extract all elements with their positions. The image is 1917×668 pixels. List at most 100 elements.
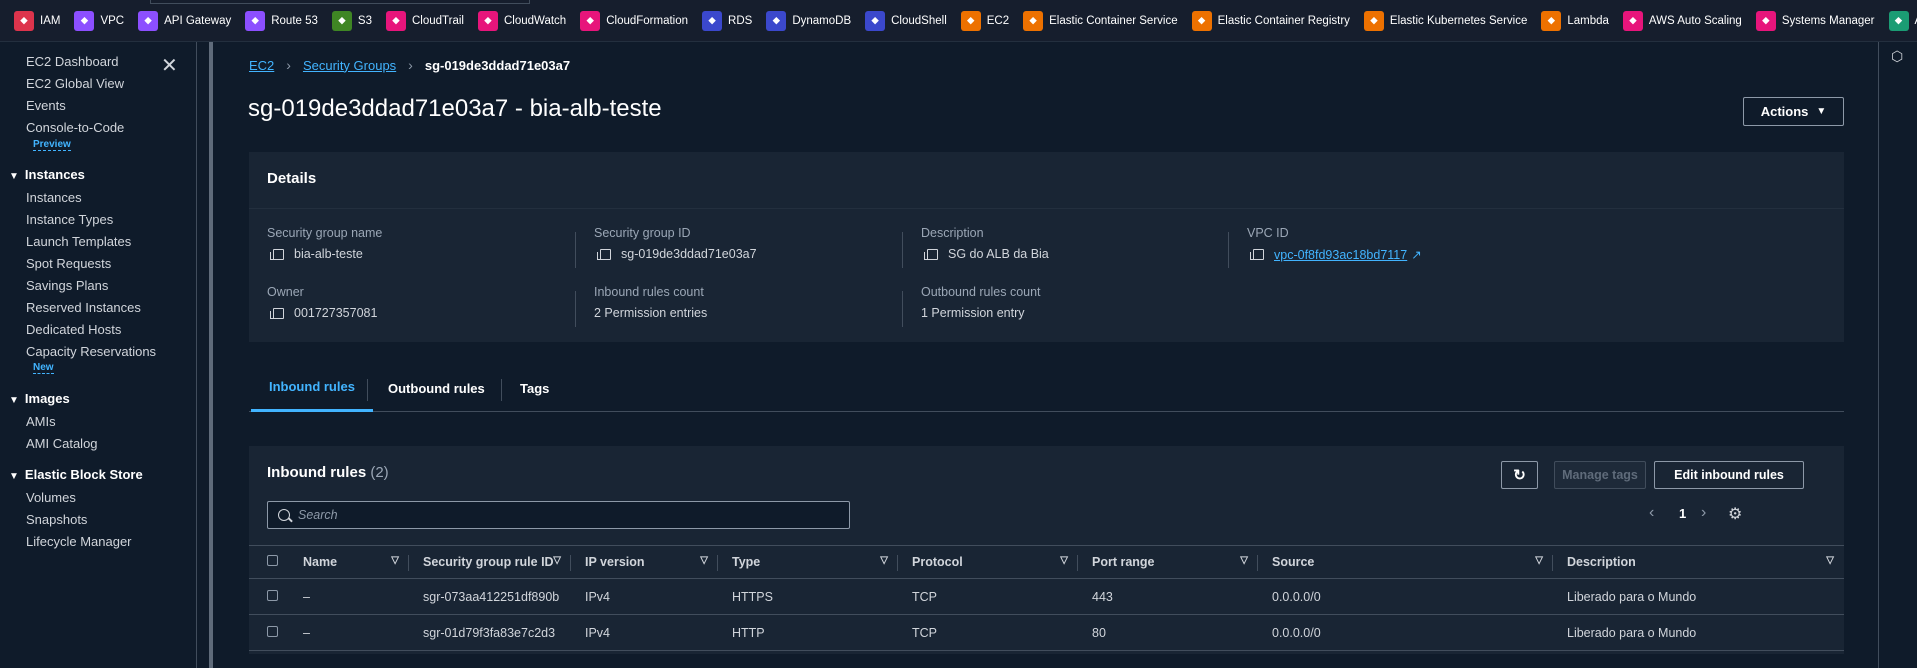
column-header-port-range[interactable]: Port range ▽ xyxy=(1078,545,1258,579)
sidebar-section-instances[interactable]: ▼ Instances xyxy=(9,167,85,182)
actions-button[interactable]: Actions ▼ xyxy=(1743,97,1844,126)
sidebar-item-volumes[interactable]: Volumes xyxy=(26,490,76,505)
service-shortcut[interactable]: ◆ CloudShell xyxy=(865,10,947,31)
copy-icon[interactable] xyxy=(924,248,938,260)
sort-icon[interactable]: ▽ xyxy=(1826,555,1834,566)
service-shortcut[interactable]: ◆A xyxy=(1888,10,1917,31)
service-shortcut[interactable]: ◆ Systems Manager xyxy=(1755,10,1875,31)
vpc-id-link[interactable]: vpc-0f8fd93ac18bd7117 xyxy=(1274,248,1407,262)
sort-icon[interactable]: ▽ xyxy=(1060,555,1068,566)
outbound-count-field: Outbound rules count 1 Permission entry xyxy=(921,285,1041,320)
column-header-rule-id[interactable]: Security group rule ID ▽ xyxy=(409,545,571,579)
sort-icon[interactable]: ▽ xyxy=(391,555,399,566)
sort-icon[interactable]: ▽ xyxy=(700,555,708,566)
sidebar-item-snapshots[interactable]: Snapshots xyxy=(26,512,87,527)
inbound-rules-panel: Inbound rules (2) ↻ Manage tags Edit inb… xyxy=(249,446,1844,654)
service-shortcut[interactable]: ◆ Elastic Container Registry xyxy=(1191,10,1350,31)
service-shortcut[interactable]: ◆ Elastic Kubernetes Service xyxy=(1363,10,1527,31)
sidebar-item-savings-plans[interactable]: Savings Plans xyxy=(26,278,108,293)
external-link-icon[interactable]: ↗ xyxy=(1411,247,1421,262)
service-shortcut[interactable]: ◆ API Gateway xyxy=(138,10,231,31)
sort-icon[interactable]: ▽ xyxy=(1535,555,1543,566)
chevron-right-icon: › xyxy=(408,57,413,73)
column-header-ip-version[interactable]: IP version ▽ xyxy=(571,545,718,579)
sort-icon[interactable]: ▽ xyxy=(1240,555,1248,566)
close-icon[interactable]: ✕ xyxy=(161,56,178,76)
sidebar-item-ami-catalog[interactable]: AMI Catalog xyxy=(26,436,98,451)
chevron-right-icon[interactable]: › xyxy=(1701,504,1706,522)
column-header-name[interactable]: Name ▽ xyxy=(286,545,409,579)
breadcrumb-ec2[interactable]: EC2 xyxy=(249,58,274,73)
column-header-source[interactable]: Source ▽ xyxy=(1258,545,1553,579)
copy-icon[interactable] xyxy=(270,248,284,260)
service-shortcut[interactable]: ◆ S3 xyxy=(331,10,372,31)
sidebar-item-amis[interactable]: AMIs xyxy=(26,414,56,429)
table-row[interactable]: – sgr-01d79f3fa83e7c2d3 IPv4 HTTP TCP 80… xyxy=(249,614,1844,651)
edit-inbound-rules-button[interactable]: Edit inbound rules xyxy=(1654,461,1804,489)
column-label: Security group rule ID xyxy=(423,555,554,569)
route53-icon: ◆ xyxy=(245,10,266,31)
sort-icon[interactable]: ▽ xyxy=(553,555,561,566)
table-header-row: Name ▽ Security group rule ID ▽ IP version… xyxy=(249,545,1844,579)
row-checkbox[interactable] xyxy=(267,625,278,637)
manage-tags-button[interactable]: Manage tags xyxy=(1554,461,1646,489)
sidebar-item-launch-templates[interactable]: Launch Templates xyxy=(26,234,131,249)
select-all-checkbox[interactable] xyxy=(267,555,278,566)
breadcrumb-current: sg-019de3ddad71e03a7 xyxy=(424,57,571,73)
sidebar-item-ec2-global-view[interactable]: EC2 Global View xyxy=(26,76,124,91)
column-header-protocol[interactable]: Protocol ▽ xyxy=(898,545,1078,579)
sidebar-item-events[interactable]: Events xyxy=(26,98,66,113)
sidebar-item-capacity-reservations[interactable]: Capacity Reservations xyxy=(26,344,156,359)
divider xyxy=(575,291,576,327)
sidebar-item-reserved-instances[interactable]: Reserved Instances xyxy=(26,300,141,315)
table-row[interactable]: – sgr-073aa412251df890b IPv4 HTTPS TCP 4… xyxy=(249,578,1844,615)
sidebar-section-ebs[interactable]: ▼ Elastic Block Store xyxy=(9,467,143,482)
sidebar-item-instance-types[interactable]: Instance Types xyxy=(26,212,113,227)
info-panel-icon[interactable]: ⬡ xyxy=(1891,48,1907,64)
sidebar-item-spot-requests[interactable]: Spot Requests xyxy=(26,256,111,271)
sort-icon[interactable]: ▽ xyxy=(880,555,888,566)
sidebar-scrollbar[interactable] xyxy=(209,42,213,668)
column-header-description[interactable]: Description ▽ xyxy=(1553,545,1844,579)
service-shortcut[interactable]: ◆ EC2 xyxy=(960,10,1009,31)
page-title: sg-019de3ddad71e03a7 - bia-alb-teste xyxy=(248,95,662,122)
tab-outbound-rules[interactable]: Outbound rules xyxy=(370,364,503,412)
refresh-button[interactable]: ↻ xyxy=(1501,461,1538,489)
copy-icon[interactable] xyxy=(1250,249,1264,260)
breadcrumb-security-groups[interactable]: Security Groups xyxy=(303,58,396,73)
service-shortcut[interactable]: ◆ CloudTrail xyxy=(386,10,464,31)
sidebar-item-console-to-code[interactable]: Console-to-Code xyxy=(26,120,124,135)
sidebar-item-dedicated-hosts[interactable]: Dedicated Hosts xyxy=(26,322,121,337)
page-number[interactable]: 1 xyxy=(1679,506,1686,521)
copy-icon[interactable] xyxy=(597,248,611,260)
service-shortcut[interactable]: ◆ CloudWatch xyxy=(477,10,566,31)
sidebar-section-images[interactable]: ▼ Images xyxy=(9,391,70,406)
service-shortcut[interactable]: ◆ DynamoDB xyxy=(766,10,851,31)
tab-tags[interactable]: Tags xyxy=(502,364,567,412)
service-shortcut[interactable]: ◆ RDS xyxy=(702,10,752,31)
divider xyxy=(575,232,576,268)
column-header-type[interactable]: Type ▽ xyxy=(718,545,898,579)
service-shortcut[interactable]: ◆ AWS Auto Scaling xyxy=(1622,10,1742,31)
chevron-left-icon[interactable]: ‹ xyxy=(1649,504,1654,522)
column-label: Port range xyxy=(1092,555,1155,569)
search-field[interactable] xyxy=(267,501,850,529)
service-shortcut[interactable]: ◆ IAM xyxy=(14,10,60,31)
service-shortcut[interactable]: ◆ CloudFormation xyxy=(580,10,689,31)
sidebar-item-lifecycle-manager[interactable]: Lifecycle Manager xyxy=(26,534,132,549)
copy-icon[interactable] xyxy=(270,307,284,319)
gear-icon[interactable]: ⚙ xyxy=(1728,504,1742,524)
service-shortcut[interactable]: ◆ Lambda xyxy=(1541,10,1609,31)
service-shortcut[interactable]: ◆ Elastic Container Service xyxy=(1023,10,1178,31)
caret-down-icon: ▼ xyxy=(1816,106,1827,117)
tab-inbound-rules[interactable]: Inbound rules xyxy=(251,364,373,412)
sidebar-item-ec2-dashboard[interactable]: EC2 Dashboard xyxy=(26,54,119,69)
row-checkbox[interactable] xyxy=(267,589,278,601)
service-shortcut[interactable]: ◆ VPC xyxy=(74,10,124,31)
service-label: CloudFormation xyxy=(606,14,689,27)
service-shortcut[interactable]: ◆ Route 53 xyxy=(245,10,318,31)
service-label: Systems Manager xyxy=(1781,14,1875,27)
inbound-rules-title: Inbound rules xyxy=(267,464,367,481)
sidebar-item-instances[interactable]: Instances xyxy=(26,190,82,205)
search-input[interactable] xyxy=(298,508,818,522)
